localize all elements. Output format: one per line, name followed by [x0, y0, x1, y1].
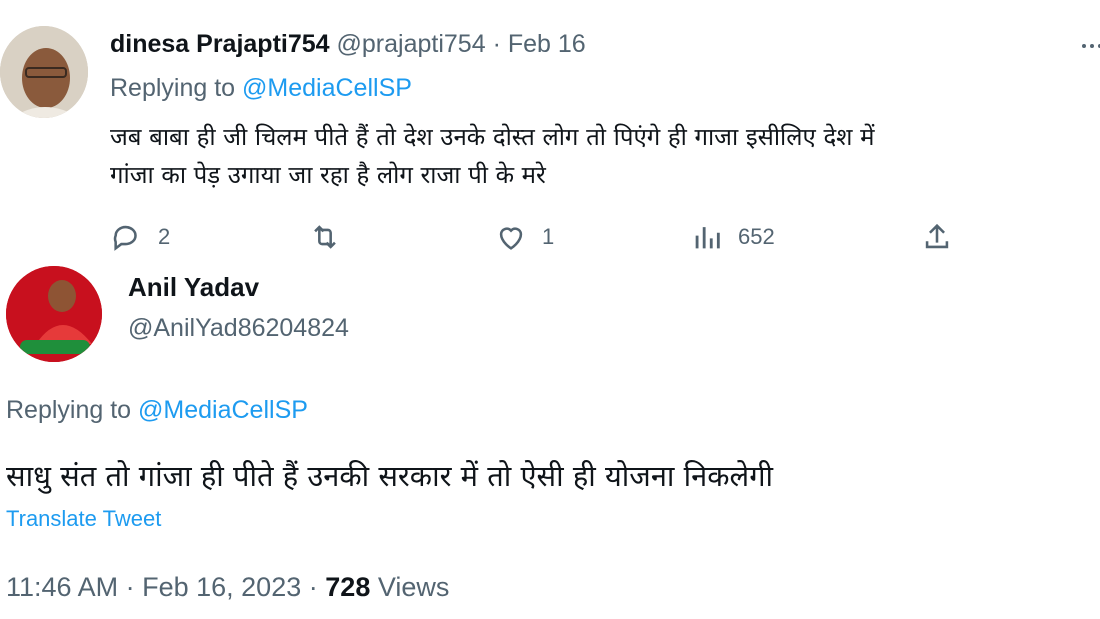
tweet1-display-name[interactable]: dinesa Prajapti754	[110, 30, 330, 58]
tweet2-replying-to: Replying to @MediaCellSP	[6, 396, 308, 425]
like-count: 1	[542, 224, 555, 249]
tweet2-views-label: Views	[377, 572, 450, 602]
tweet1-separator: ·	[492, 30, 501, 58]
replying-handle-link[interactable]: @MediaCellSP	[242, 74, 412, 102]
tweet2-time[interactable]: 11:46 AM	[6, 572, 118, 602]
tweet2-handle[interactable]: @AnilYad86204824	[128, 314, 349, 343]
tweet1-text-line1: जब बाबा ही जी चिलम पीते हैं तो देश उनके …	[110, 123, 875, 151]
tweet2-date[interactable]: Feb 16, 2023	[142, 572, 301, 602]
tweet2-views-count: 728	[325, 572, 371, 602]
tweet2-text: साधु संत तो गांजा ही पीते हैं उनकी सरकार…	[6, 459, 774, 493]
tweet2-display-name[interactable]: Anil Yadav	[128, 272, 259, 303]
views-bar-icon	[695, 227, 720, 249]
translate-tweet-link[interactable]: Translate Tweet	[6, 506, 161, 532]
views-count: 652	[738, 224, 775, 249]
tweet1-date[interactable]: Feb 16	[508, 30, 586, 58]
retweet-icon	[314, 225, 336, 249]
tweet1-text: जब बाबा ही जी चिलम पीते हैं तो देश उनके …	[110, 118, 875, 194]
reply-icon	[113, 225, 137, 251]
person-avatar-icon	[6, 266, 102, 362]
person-avatar-icon	[0, 26, 88, 118]
replying-prefix: Replying to	[110, 74, 236, 102]
views-action[interactable]: 652	[690, 220, 775, 254]
share-action[interactable]	[920, 220, 954, 254]
tweet1-header: dinesa Prajapti754 @prajapti754 · Feb 16	[110, 30, 586, 59]
share-icon	[925, 223, 949, 249]
reply-count: 2	[158, 224, 171, 249]
tweet1-replying-to: Replying to @MediaCellSP	[110, 74, 412, 103]
tweet1-avatar[interactable]	[0, 26, 88, 118]
like-action[interactable]: 1	[494, 220, 554, 254]
replying-prefix: Replying to	[6, 396, 132, 424]
tweet2-meta: 11:46 AM · Feb 16, 2023 · 728 Views	[6, 572, 449, 603]
meta-dot: ·	[125, 572, 135, 602]
reply-action[interactable]: 2	[110, 220, 170, 254]
retweet-action[interactable]	[308, 220, 356, 254]
heart-icon	[499, 227, 523, 250]
tweet1-handle[interactable]: @prajapti754	[337, 30, 486, 58]
more-dots-icon[interactable]	[1080, 36, 1100, 56]
meta-dot: ·	[308, 572, 318, 602]
tweet1-text-line2: गांजा का पेड़ उगाया जा रहा है लोग राजा प…	[110, 161, 546, 189]
replying-handle-link[interactable]: @MediaCellSP	[138, 396, 308, 424]
tweet2-avatar[interactable]	[6, 266, 102, 362]
